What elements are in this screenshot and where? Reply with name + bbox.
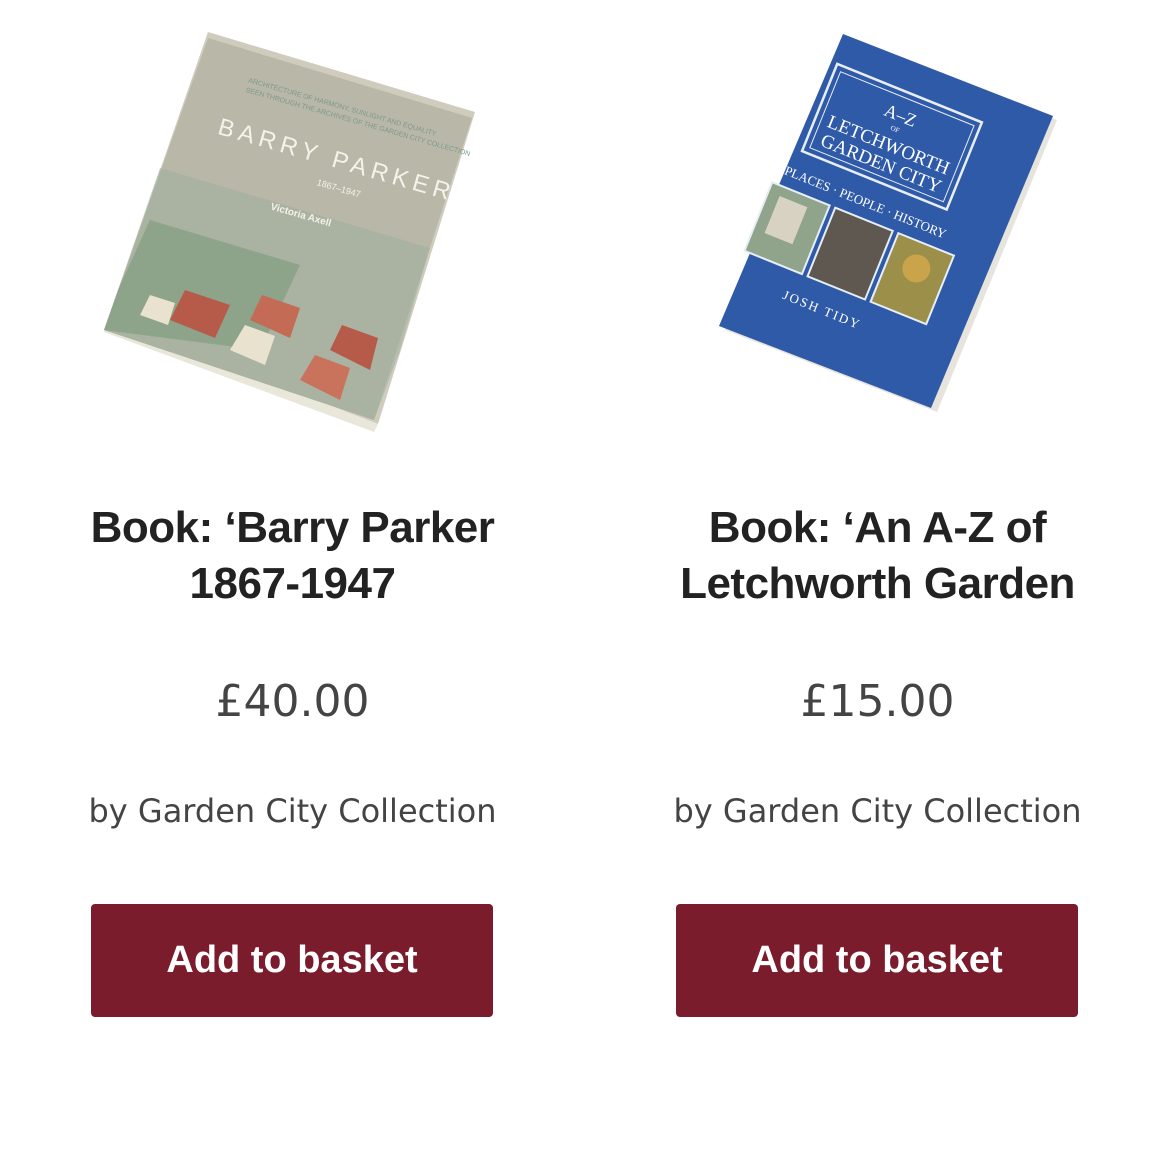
product-image-a-z-letchworth[interactable]: A–Z OF LETCHWORTH GARDEN CITY PLACES · P… (585, 20, 1170, 440)
product-card-a-z-letchworth: A–Z OF LETCHWORTH GARDEN CITY PLACES · P… (585, 0, 1170, 1170)
product-price: £40.00 (215, 676, 370, 727)
product-price: £15.00 (800, 676, 955, 727)
product-title-line: Book: ‘Barry Parker (90, 503, 495, 552)
product-title-line: Letchworth Garden (680, 559, 1075, 608)
product-title[interactable]: Book: ‘Barry Parker 1867-1947 (40, 500, 545, 612)
add-to-basket-button[interactable]: Add to basket (676, 904, 1078, 1017)
product-title-line: Book: ‘An A-Z of (708, 503, 1047, 552)
product-title-line: 1867-1947 (189, 559, 396, 608)
product-vendor: by Garden City Collection (673, 792, 1082, 830)
product-title[interactable]: Book: ‘An A-Z of Letchworth Garden (625, 500, 1130, 612)
product-card-barry-parker: ARCHITECTURE OF HARMONY, SUNLIGHT AND EQ… (0, 0, 585, 1170)
add-to-basket-button[interactable]: Add to basket (91, 904, 493, 1017)
product-image-barry-parker[interactable]: ARCHITECTURE OF HARMONY, SUNLIGHT AND EQ… (0, 20, 585, 440)
product-vendor: by Garden City Collection (88, 792, 497, 830)
